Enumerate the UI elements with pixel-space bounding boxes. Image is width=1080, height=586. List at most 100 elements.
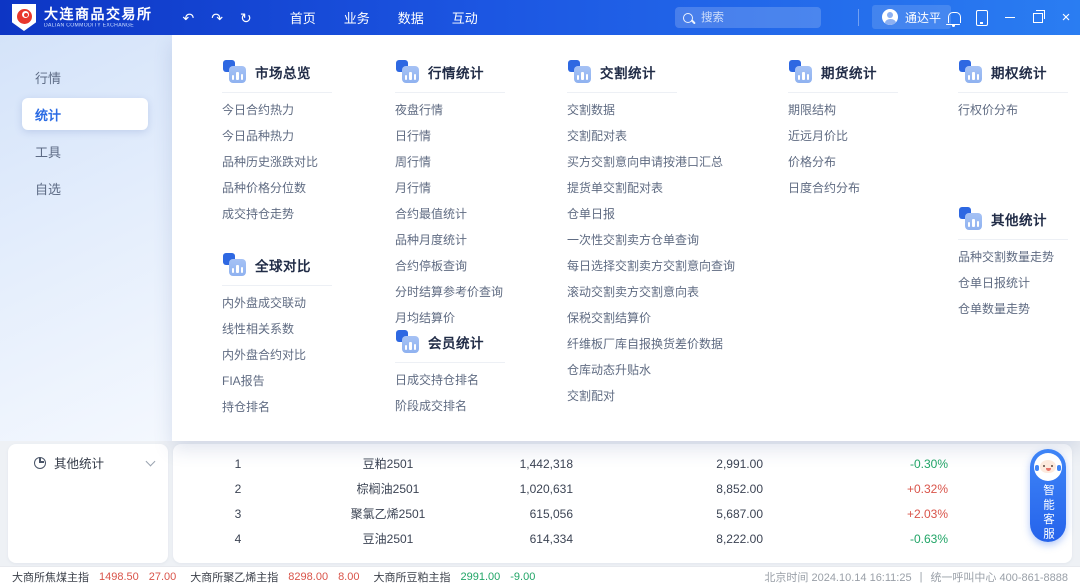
user-name: 通达平 xyxy=(905,9,941,26)
beijing-time: 北京时间 2024.10.14 16:11:25 xyxy=(764,569,911,585)
menu-item[interactable]: 交割配对表 xyxy=(567,123,735,149)
menu-item[interactable]: 滚动交割卖方交割意向表 xyxy=(567,279,735,305)
volume-cell: 1,442,318 xyxy=(503,457,573,471)
menu-item[interactable]: 行权价分布 xyxy=(958,97,1068,123)
menu-item[interactable]: 成交持仓走势 xyxy=(222,201,332,227)
table-row[interactable]: 3 聚氯乙烯2501 615,056 5,687.00 +2.03% xyxy=(203,501,1072,526)
chevron-down-icon xyxy=(146,456,156,466)
menu-item[interactable]: 合约停板查询 xyxy=(395,253,505,279)
section-delivery-stats: 交割统计 交割数据 交割配对表 买方交割意向申请按港口汇总 提货单交割配对表 仓… xyxy=(567,60,735,409)
menu-item[interactable]: 提货单交割配对表 xyxy=(567,175,735,201)
contract-cell: 聚氯乙烯2501 xyxy=(273,505,503,522)
dce-logo-icon xyxy=(12,4,36,31)
hotline: 统一呼叫中心 400-861-8888 xyxy=(930,569,1068,585)
menu-item[interactable]: 交割数据 xyxy=(567,97,735,123)
menu-item[interactable]: 品种历史涨跌对比 xyxy=(222,149,332,175)
menu-item[interactable]: FIA报告 xyxy=(222,368,332,394)
menu-item[interactable]: 价格分布 xyxy=(788,149,898,175)
section-title: 其他统计 xyxy=(991,209,1047,229)
stats-chart-icon xyxy=(958,60,982,84)
search-icon xyxy=(683,13,693,23)
mobile-app-button[interactable] xyxy=(968,0,996,35)
rank-cell: 3 xyxy=(203,507,273,521)
ticker-doupo: 大商所豆粕主指 2991.00 -9.00 xyxy=(373,569,535,585)
logo: 大连商品交易所 DALIAN COMMODITY EXCHANGE xyxy=(0,4,153,31)
ticker-value: 2991.00 xyxy=(460,571,500,583)
menu-item[interactable]: 日度合约分布 xyxy=(788,175,898,201)
contract-cell: 棕榈油2501 xyxy=(273,480,503,497)
menu-item[interactable]: 仓单数量走势 xyxy=(958,296,1068,322)
nav-business[interactable]: 业务 xyxy=(344,8,370,27)
menu-item[interactable]: 阶段成交排名 xyxy=(395,393,505,419)
menu-item[interactable]: 品种价格分位数 xyxy=(222,175,332,201)
change-cell: -0.63% xyxy=(763,532,948,546)
menu-item[interactable]: 期限结构 xyxy=(788,97,898,123)
bell-icon xyxy=(948,12,961,23)
nav-data[interactable]: 数据 xyxy=(398,8,424,27)
search-box[interactable] xyxy=(675,7,821,28)
smart-service-button[interactable]: 智能客服 xyxy=(1030,449,1066,542)
back-icon[interactable]: ↶ xyxy=(183,11,195,25)
menu-item[interactable]: 品种交割数量走势 xyxy=(958,244,1068,270)
submenu-group-other-stats[interactable]: 其他统计 xyxy=(8,444,168,472)
menu-item[interactable]: 持仓排名 xyxy=(222,394,332,420)
sidebar-item-statistics[interactable]: 统计 xyxy=(22,98,148,130)
submenu-group-label: 其他统计 xyxy=(54,453,139,472)
forward-icon[interactable]: ↷ xyxy=(211,11,223,25)
close-button[interactable]: × xyxy=(1052,0,1080,35)
table-row[interactable]: 4 豆油2501 614,334 8,222.00 -0.63% xyxy=(203,526,1072,551)
price-cell: 5,687.00 xyxy=(573,507,763,521)
service-mascot-icon xyxy=(1034,453,1062,481)
nav-home[interactable]: 首页 xyxy=(290,8,316,27)
menu-item[interactable]: 月行情 xyxy=(395,175,505,201)
menu-item[interactable]: 每日选择交割卖方交割意向查询 xyxy=(567,253,735,279)
price-cell: 8,852.00 xyxy=(573,482,763,496)
nav-interact[interactable]: 互动 xyxy=(452,8,478,27)
stats-chart-icon xyxy=(958,207,982,231)
table-row[interactable]: 1 豆粕2501 1,442,318 2,991.00 -0.30% xyxy=(203,451,1072,476)
search-input[interactable] xyxy=(699,11,803,25)
menu-item[interactable]: 仓单日报统计 xyxy=(958,270,1068,296)
refresh-icon[interactable]: ↻ xyxy=(240,11,252,25)
menu-item[interactable]: 今日合约热力 xyxy=(222,97,332,123)
section-title: 期权统计 xyxy=(991,62,1047,82)
sidebar-item-watchlist[interactable]: 自选 xyxy=(22,172,148,204)
menu-item[interactable]: 夜盘行情 xyxy=(395,97,505,123)
user-avatar xyxy=(882,9,898,25)
menu-item[interactable]: 仓单日报 xyxy=(567,201,735,227)
menu-item[interactable]: 纤维板厂库自报换货差价数据 xyxy=(567,331,735,357)
menu-item[interactable]: 仓库动态升贴水 xyxy=(567,357,735,383)
section-title: 行情统计 xyxy=(428,62,484,82)
notifications-button[interactable] xyxy=(940,0,968,35)
menu-item[interactable]: 近远月价比 xyxy=(788,123,898,149)
logo-subtitle: DALIAN COMMODITY EXCHANGE xyxy=(44,23,136,28)
rank-cell: 1 xyxy=(203,457,273,471)
change-cell: -0.30% xyxy=(763,457,948,471)
menu-item[interactable]: 内外盘成交联动 xyxy=(222,290,332,316)
statusbar-divider: | xyxy=(920,571,923,583)
menu-item[interactable]: 买方交割意向申请按港口汇总 xyxy=(567,149,735,175)
menu-item[interactable]: 日成交持仓排名 xyxy=(395,367,505,393)
menu-item[interactable]: 线性相关系数 xyxy=(222,316,332,342)
menu-item[interactable]: 内外盘合约对比 xyxy=(222,342,332,368)
menu-item[interactable]: 合约最值统计 xyxy=(395,201,505,227)
menu-item[interactable]: 一次性交割卖方仓单查询 xyxy=(567,227,735,253)
menu-item[interactable]: 交割配对 xyxy=(567,383,735,409)
restore-button[interactable] xyxy=(1024,0,1052,35)
sidebar-item-tools[interactable]: 工具 xyxy=(22,135,148,167)
minimize-button[interactable] xyxy=(996,0,1024,35)
section-title: 全球对比 xyxy=(255,255,311,275)
menu-item[interactable]: 周行情 xyxy=(395,149,505,175)
pie-chart-icon xyxy=(34,457,46,469)
ranking-table: 1 豆粕2501 1,442,318 2,991.00 -0.30% 2 棕榈油… xyxy=(173,444,1072,563)
menu-item[interactable]: 保税交割结算价 xyxy=(567,305,735,331)
menu-item[interactable]: 分时结算参考价查询 xyxy=(395,279,505,305)
menu-item[interactable]: 今日品种热力 xyxy=(222,123,332,149)
sidebar-item-quotes[interactable]: 行情 xyxy=(22,61,148,93)
menu-item[interactable]: 品种月度统计 xyxy=(395,227,505,253)
stats-chart-icon xyxy=(788,60,812,84)
menu-item[interactable]: 月均结算价 xyxy=(395,305,505,331)
table-row[interactable]: 2 棕榈油2501 1,020,631 8,852.00 +0.32% xyxy=(203,476,1072,501)
app-window: 大连商品交易所 DALIAN COMMODITY EXCHANGE ↶ ↷ ↻ … xyxy=(0,0,1080,586)
menu-item[interactable]: 日行情 xyxy=(395,123,505,149)
